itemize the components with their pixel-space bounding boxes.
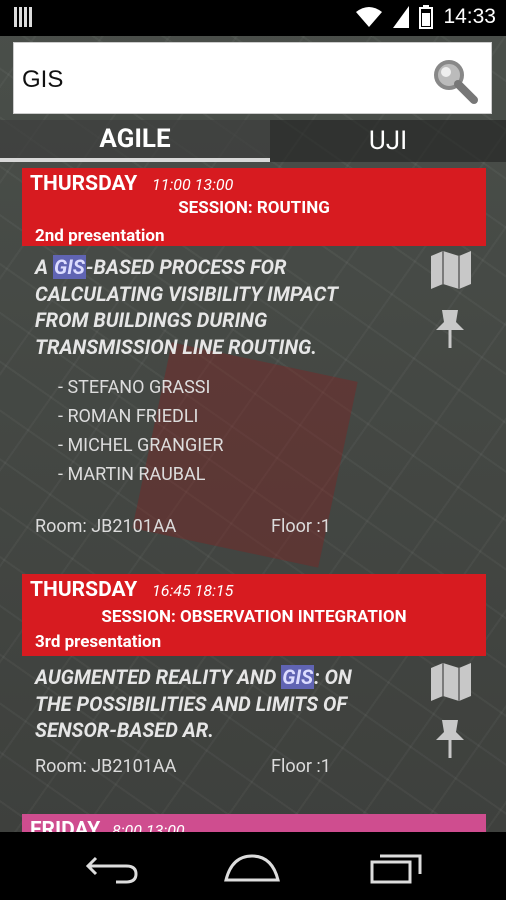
session-label: SESSION: OBSERVATION INTEGRATION [101,607,407,627]
map-icon[interactable] [430,250,472,290]
floor-label: Floor :1 [271,756,331,777]
time-label: 11:00 13:00 [152,175,234,194]
author: STEFANO GRASSI [58,373,223,402]
battery-icon [419,5,434,29]
day-label: FRIDAY [30,818,101,832]
time-label: 8:00 13:00 [112,821,185,832]
search-highlight: GIS [281,665,315,689]
presentation-title[interactable]: A GIS-BASED PROCESS FOR CALCULATING VISI… [35,254,380,360]
signal-icon [393,6,410,28]
author: MARTIN RAUBAL [58,460,223,489]
navigation-bar [0,832,506,900]
author: ROMAN FRIEDLI [58,402,223,431]
room-label: Room: JB2101AA [35,516,177,537]
status-bar: 14:33 [0,0,506,36]
tab-uji[interactable]: UJI [270,120,506,162]
presentation-title[interactable]: AUGMENTED REALITY AND GIS: ON THE POSSIB… [35,664,380,744]
tab-bar: AGILE UJI [0,120,506,162]
pin-icon[interactable] [433,718,467,760]
clock: 14:33 [443,5,496,28]
item-header[interactable]: THURSDAY 16:45 18:15 SESSION: OBSERVATIO… [22,574,486,656]
wifi-icon [356,7,383,27]
recent-apps-icon[interactable] [366,850,426,884]
day-label: THURSDAY [30,172,138,196]
search-box[interactable] [13,42,492,114]
back-icon[interactable] [82,850,142,884]
pin-icon[interactable] [433,308,467,350]
floor-label: Floor :1 [271,516,331,537]
search-highlight: GIS [52,255,86,279]
map-icon[interactable] [430,662,472,702]
presentation-label: 3rd presentation [35,632,162,652]
session-label: SESSION: ROUTING [178,198,330,218]
author-list: STEFANO GRASSI ROMAN FRIEDLI MICHEL GRAN… [58,373,223,489]
author: MICHEL GRANGIER [58,431,223,460]
item-header[interactable]: THURSDAY 11:00 13:00 SESSION: ROUTING 2n… [22,168,486,246]
presentation-label: 2nd presentation [35,226,165,246]
item-header[interactable]: FRIDAY 8:00 13:00 [22,814,486,832]
home-icon[interactable] [222,850,282,884]
day-label: THURSDAY [30,578,138,602]
tab-agile[interactable]: AGILE [0,120,270,162]
search-icon[interactable] [429,55,479,105]
room-label: Room: JB2101AA [35,756,177,777]
search-input[interactable] [20,57,424,103]
time-label: 16:45 18:15 [152,581,234,600]
presentation-list[interactable]: THURSDAY 11:00 13:00 SESSION: ROUTING 2n… [0,168,506,832]
notification-icon [14,7,32,27]
